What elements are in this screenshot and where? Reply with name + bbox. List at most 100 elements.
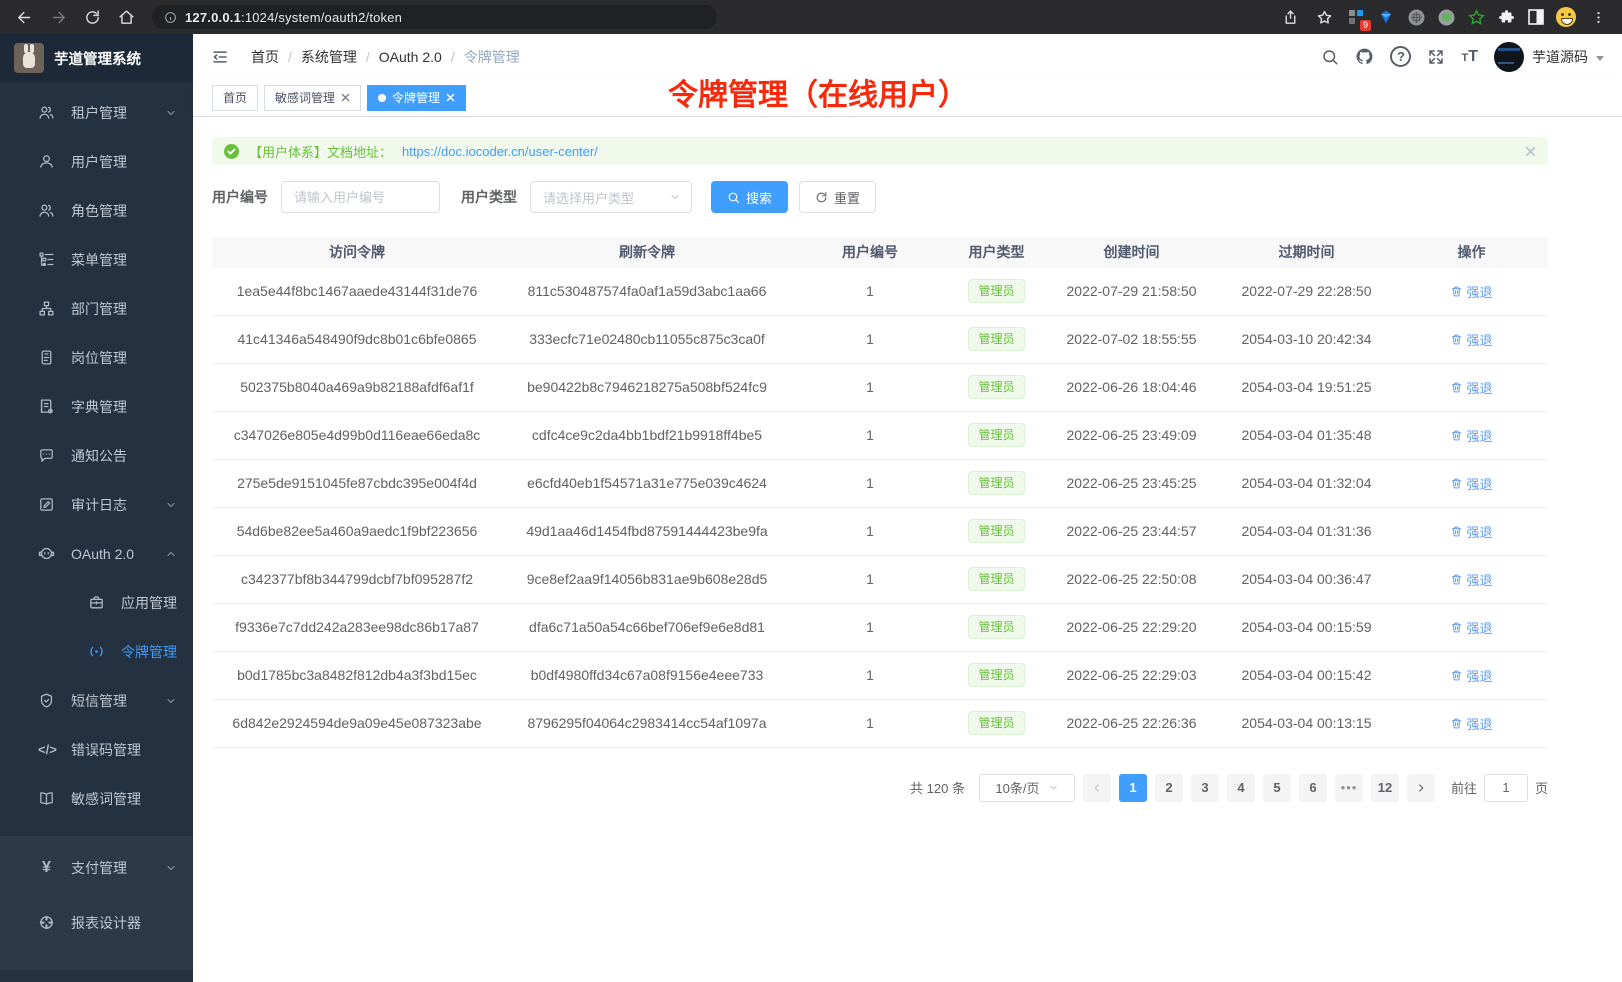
force-logout-button[interactable]: 强退	[1450, 714, 1492, 733]
force-logout-button[interactable]: 强退	[1450, 426, 1492, 445]
bookmark-star-icon[interactable]	[1310, 3, 1338, 31]
close-icon[interactable]	[341, 93, 350, 102]
chevron-up-icon	[165, 548, 177, 560]
sidebar-item-post[interactable]: 岗位管理	[0, 333, 193, 382]
search-button[interactable]: 搜索	[711, 181, 788, 213]
sidebar-item-pay[interactable]: ¥ 支付管理	[0, 840, 193, 895]
tab-token[interactable]: 令牌管理	[367, 85, 466, 111]
breadcrumb-item-oauth2[interactable]: OAuth 2.0	[379, 49, 442, 65]
tab-home[interactable]: 首页	[212, 85, 258, 111]
share-icon[interactable]	[1276, 3, 1304, 31]
breadcrumb-item-system[interactable]: 系统管理	[301, 47, 357, 67]
force-logout-button[interactable]: 强退	[1450, 570, 1492, 589]
next-page-button[interactable]	[1407, 774, 1435, 802]
force-logout-button[interactable]: 强退	[1450, 330, 1492, 349]
breadcrumb-separator: /	[288, 49, 292, 65]
page-button-12[interactable]: 12	[1371, 774, 1399, 802]
cell-user-id: 1	[792, 267, 948, 315]
browser-reload-button[interactable]	[78, 3, 106, 31]
breadcrumb: 首页 / 系统管理 / OAuth 2.0 / 令牌管理	[251, 47, 520, 67]
sidebar-item-dict[interactable]: 字典管理	[0, 382, 193, 431]
doc-link[interactable]: https://doc.iocoder.cn/user-center/	[402, 144, 598, 159]
force-logout-button[interactable]: 强退	[1450, 618, 1492, 637]
sidebar-item-token[interactable]: 令牌管理	[0, 627, 193, 676]
extension-command-icon[interactable]	[1404, 5, 1428, 29]
cell-access-token: 275e5de9151045fe87cbdc395e004f4d	[212, 459, 502, 507]
sidebar-item-label: 支付管理	[71, 858, 149, 878]
cell-expires: 2054-03-04 01:32:04	[1218, 459, 1395, 507]
sidebar-item-label: 菜单管理	[71, 250, 177, 270]
extensions-puzzle-icon[interactable]	[1494, 5, 1518, 29]
extension-record-icon[interactable]	[1434, 5, 1458, 29]
user-type-label: 用户类型	[461, 187, 517, 207]
sidebar-item-sms[interactable]: 短信管理	[0, 676, 193, 725]
cell-actions: 强退	[1395, 315, 1548, 363]
sidebar-item-notice[interactable]: 通知公告	[0, 431, 193, 480]
force-logout-button[interactable]: 强退	[1450, 474, 1492, 493]
site-info-icon[interactable]	[164, 11, 177, 24]
sidebar-item-label: 部门管理	[71, 299, 177, 319]
force-logout-button[interactable]: 强退	[1450, 282, 1492, 301]
page-button-1[interactable]: 1	[1119, 774, 1147, 802]
sidebar-fold-icon[interactable]	[211, 48, 229, 66]
cell-access-token: c342377bf8b344799dcbf7bf095287f2	[212, 555, 502, 603]
font-size-icon[interactable]: TT	[1461, 49, 1478, 65]
sidebar-item-report-designer[interactable]: 报表设计器	[0, 895, 193, 950]
goto-page-input[interactable]	[1484, 774, 1528, 802]
breadcrumb-item-home[interactable]: 首页	[251, 47, 279, 67]
github-icon[interactable]	[1355, 47, 1374, 66]
split-view-icon[interactable]	[1524, 5, 1548, 29]
page-button-6[interactable]: 6	[1299, 774, 1327, 802]
user-id-input[interactable]	[281, 181, 440, 213]
prev-page-button[interactable]	[1083, 774, 1111, 802]
alert-close-icon[interactable]	[1525, 146, 1536, 157]
sidebar-item-dept[interactable]: 部门管理	[0, 284, 193, 333]
page-button-3[interactable]: 3	[1191, 774, 1219, 802]
cell-access-token: f9336e7c7dd242a283ee98dc86b17a87	[212, 603, 502, 651]
sidebar-item-errcode[interactable]: </> 错误码管理	[0, 725, 193, 774]
trash-icon	[1450, 525, 1463, 538]
page-size-select[interactable]: 10条/页	[979, 774, 1075, 802]
address-bar[interactable]: 127.0.0.1:1024/system/oauth2/token	[152, 5, 717, 29]
cell-refresh-token: 49d1aa46d1454fbd87591444423be9fa	[502, 507, 792, 555]
sidebar-item-role[interactable]: 角色管理	[0, 186, 193, 235]
help-icon[interactable]: ?	[1390, 46, 1411, 67]
trash-icon	[1450, 333, 1463, 346]
page-button-2[interactable]: 2	[1155, 774, 1183, 802]
more-pages-button[interactable]: •••	[1335, 774, 1363, 802]
user-menu[interactable]: 芋道源码	[1494, 42, 1604, 72]
tab-sensitive-word[interactable]: 敏感词管理	[264, 85, 361, 111]
sidebar-item-tenant[interactable]: 租户管理	[0, 88, 193, 137]
reset-button[interactable]: 重置	[799, 181, 876, 213]
user-type-select[interactable]: 请选择用户类型	[530, 181, 692, 213]
extension-gem-icon[interactable]	[1374, 5, 1398, 29]
browser-home-button[interactable]	[112, 3, 140, 31]
profile-emoji-icon[interactable]	[1554, 5, 1578, 29]
sidebar-item-audit-log[interactable]: 审计日志	[0, 480, 193, 529]
sidebar: 芋道管理系统 租户管理 用户管理 角色管理 菜单管理	[0, 34, 193, 982]
sidebar-item-sensitive-word[interactable]: 敏感词管理	[0, 774, 193, 823]
extension-grid-icon[interactable]: 9	[1344, 5, 1368, 29]
tab-label: 首页	[223, 89, 247, 106]
search-icon[interactable]	[1321, 48, 1339, 66]
col-created: 创建时间	[1045, 237, 1218, 267]
extension-star-icon[interactable]	[1464, 5, 1488, 29]
cell-expires: 2054-03-04 01:35:48	[1218, 411, 1395, 459]
page-button-5[interactable]: 5	[1263, 774, 1291, 802]
browser-menu-icon[interactable]	[1584, 3, 1612, 31]
sidebar-item-oauth-app[interactable]: 应用管理	[0, 578, 193, 627]
browser-back-button[interactable]	[10, 3, 38, 31]
browser-forward-button[interactable]	[44, 3, 72, 31]
fullscreen-icon[interactable]	[1427, 48, 1445, 66]
force-logout-button[interactable]: 强退	[1450, 666, 1492, 685]
force-logout-button[interactable]: 强退	[1450, 522, 1492, 541]
signal-token-icon	[88, 643, 105, 660]
close-icon[interactable]	[446, 93, 455, 102]
force-logout-button[interactable]: 强退	[1450, 378, 1492, 397]
sidebar-item-menu[interactable]: 菜单管理	[0, 235, 193, 284]
sidebar-item-user[interactable]: 用户管理	[0, 137, 193, 186]
page-button-4[interactable]: 4	[1227, 774, 1255, 802]
app-logo[interactable]: 芋道管理系统	[0, 34, 193, 82]
cell-user-id: 1	[792, 699, 948, 747]
sidebar-item-oauth2[interactable]: OAuth 2.0	[0, 529, 193, 578]
